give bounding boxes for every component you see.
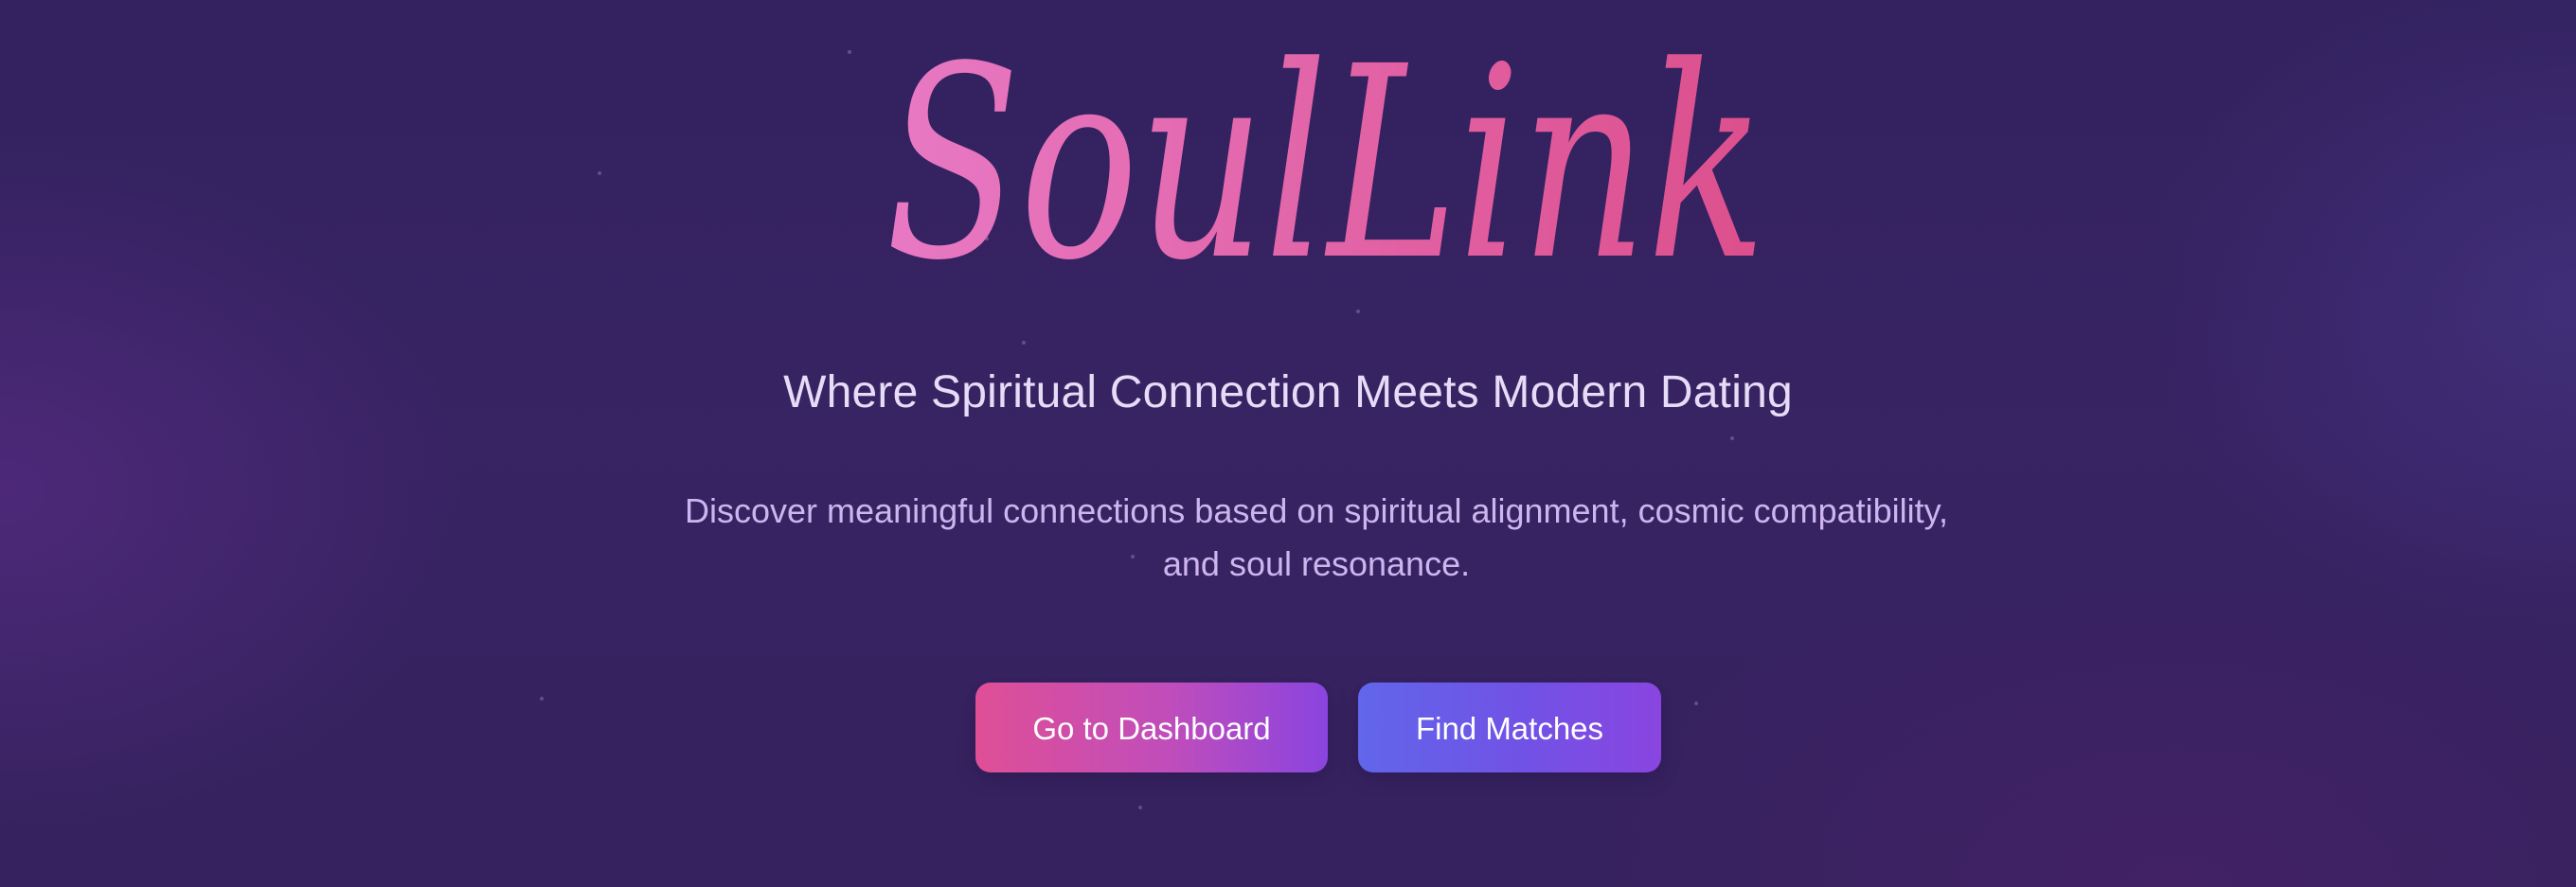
decorative-star <box>1730 436 1734 440</box>
decorative-star <box>1022 341 1026 345</box>
logo-text: SoulLink <box>886 28 1766 319</box>
decorative-star <box>598 171 601 175</box>
decorative-star <box>848 50 851 54</box>
hero-description: Discover meaningful connections based on… <box>685 491 1948 583</box>
decorative-star <box>1138 806 1142 809</box>
decorative-star <box>540 697 544 701</box>
go-to-dashboard-button[interactable]: Go to Dashboard <box>975 683 1328 772</box>
decorative-star <box>1694 701 1698 705</box>
tagline: Where Spiritual Connection Meets Modern … <box>783 367 1793 417</box>
soullink-logo: SoulLink <box>852 28 1799 341</box>
hero-section: SoulLink Where Spiritual Connection Meet… <box>0 0 2576 887</box>
find-matches-button[interactable]: Find Matches <box>1358 683 1661 772</box>
